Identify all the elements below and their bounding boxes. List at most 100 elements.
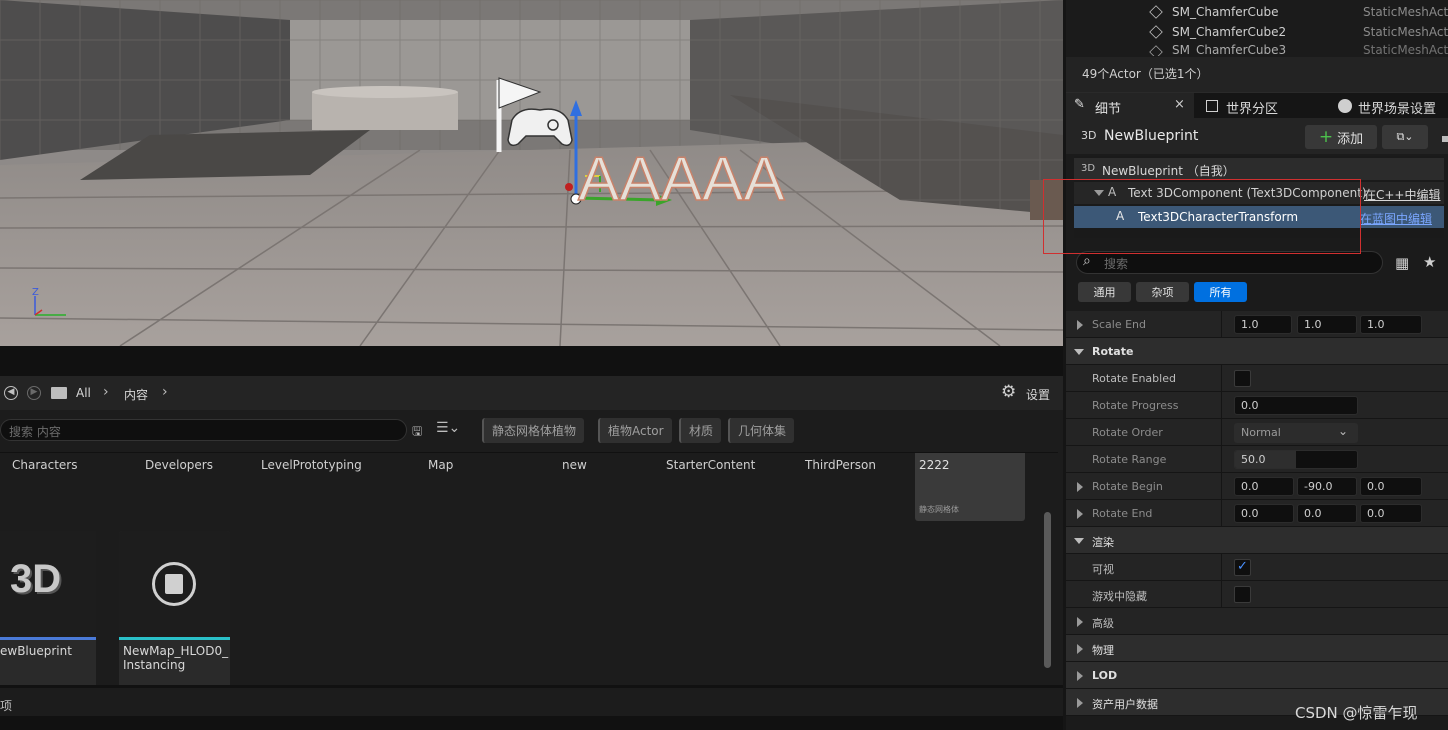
filter-icon[interactable]: ☰⌄ bbox=[436, 420, 460, 436]
details-search-input[interactable]: ⌕ 搜索 bbox=[1076, 251, 1383, 274]
category-lod[interactable]: LOD bbox=[1066, 662, 1448, 689]
prop-rotate-range: Rotate Range 50.0 bbox=[1066, 446, 1448, 473]
outliner-row[interactable]: SM_ChamferCube StaticMeshAct bbox=[1066, 2, 1448, 22]
settings-button[interactable]: 设置 bbox=[1026, 386, 1050, 403]
prop-label: Rotate Range bbox=[1092, 453, 1167, 466]
prop-label: 高级 bbox=[1092, 617, 1114, 630]
category-rotate[interactable]: Rotate bbox=[1066, 338, 1448, 365]
category-label: Rotate bbox=[1092, 345, 1134, 358]
asset-name: 2222 bbox=[919, 458, 950, 472]
expand-arrow-icon[interactable] bbox=[1077, 320, 1083, 330]
globe-icon bbox=[1338, 99, 1352, 113]
save-icon[interactable]: 🖫 bbox=[412, 422, 422, 443]
collapse-arrow-icon[interactable] bbox=[1074, 349, 1084, 355]
actor-name: NewBlueprint bbox=[1104, 128, 1199, 144]
folder-icon[interactable] bbox=[51, 387, 67, 399]
add-component-button[interactable]: + 添加 bbox=[1305, 125, 1377, 149]
filter-chip[interactable]: 静态网格体植物 bbox=[482, 418, 585, 443]
scale-end-x[interactable]: 1.0 bbox=[1234, 315, 1292, 334]
folder-item[interactable]: LevelPrototyping bbox=[261, 458, 362, 472]
breadcrumb-chevron-icon[interactable]: › bbox=[162, 384, 168, 400]
blueprint-icon: ⧉⌄ bbox=[1396, 130, 1414, 143]
category-label: 渲染 bbox=[1092, 536, 1114, 549]
static-mesh-icon bbox=[1149, 45, 1163, 56]
asset-tile-2222[interactable]: 2222 静态网格体 bbox=[915, 453, 1025, 521]
filter-common-button[interactable]: 通用 bbox=[1078, 282, 1131, 302]
folder-item[interactable]: Map bbox=[428, 458, 453, 472]
prop-rotate-begin: Rotate Begin 0.0 -90.0 0.0 bbox=[1066, 473, 1448, 500]
right-panel: SM_ChamferCube StaticMeshAct SM_ChamferC… bbox=[1066, 0, 1448, 730]
outliner-status-bar: 49个Actor（已选1个） bbox=[1066, 57, 1448, 92]
collapse-arrow-icon[interactable] bbox=[1074, 538, 1084, 544]
breadcrumb-chevron-icon[interactable]: › bbox=[103, 384, 109, 400]
asset-tile-map[interactable]: NewMap_HLOD0_ Instancing bbox=[119, 531, 230, 686]
rotate-begin-x[interactable]: 0.0 bbox=[1234, 477, 1294, 496]
rotate-end-z[interactable]: 0.0 bbox=[1360, 504, 1422, 523]
prop-advanced[interactable]: 高级 bbox=[1066, 608, 1448, 635]
tree-row-root[interactable]: 3D NewBlueprint （自我） bbox=[1074, 158, 1444, 180]
visible-checkbox[interactable]: ✓ bbox=[1234, 559, 1251, 576]
asset-name: ewBlueprint bbox=[0, 644, 72, 658]
hidden-in-game-checkbox[interactable] bbox=[1234, 586, 1251, 603]
edit-in-blueprint-link[interactable]: 在蓝图中编辑 bbox=[1360, 210, 1432, 227]
filter-all-button[interactable]: 所有 bbox=[1194, 282, 1247, 302]
static-mesh-thumb-icon bbox=[152, 562, 196, 606]
category-label: LOD bbox=[1092, 669, 1118, 682]
expand-arrow-icon[interactable] bbox=[1077, 698, 1083, 708]
rotate-enabled-checkbox[interactable] bbox=[1234, 370, 1251, 387]
back-icon[interactable]: ◀ bbox=[4, 386, 18, 400]
filter-chip[interactable]: 材质 bbox=[679, 418, 722, 443]
filter-chip[interactable]: 植物Actor bbox=[598, 418, 672, 443]
content-search-input[interactable]: 搜索 内容 bbox=[0, 419, 407, 441]
breadcrumb-all[interactable]: All bbox=[76, 386, 91, 400]
rotate-end-x[interactable]: 0.0 bbox=[1234, 504, 1294, 523]
category-physics[interactable]: 物理 bbox=[1066, 635, 1448, 662]
filter-misc-button[interactable]: 杂项 bbox=[1136, 282, 1189, 302]
expand-arrow-icon[interactable] bbox=[1077, 644, 1083, 654]
blueprint-options-button[interactable]: ⧉⌄ bbox=[1382, 125, 1428, 149]
text3d-icon: 3D bbox=[1081, 163, 1096, 174]
rotate-end-y[interactable]: 0.0 bbox=[1297, 504, 1357, 523]
expand-arrow-icon[interactable] bbox=[1077, 671, 1083, 681]
rotate-range-slider[interactable]: 50.0 bbox=[1234, 450, 1358, 469]
asset-tile-blueprint[interactable]: 3D ewBlueprint bbox=[0, 531, 96, 686]
search-icon: ⌕ bbox=[1083, 253, 1091, 269]
viewport-bottom-bar bbox=[0, 346, 1063, 376]
folder-item[interactable]: Developers bbox=[145, 458, 213, 472]
star-icon[interactable]: ★ bbox=[1423, 253, 1436, 271]
table-view-icon[interactable]: ▦ bbox=[1395, 254, 1409, 272]
content-scrollbar[interactable] bbox=[1044, 512, 1051, 668]
divider bbox=[0, 685, 1063, 688]
prop-rotate-order: Rotate Order Normal ⌄ bbox=[1066, 419, 1448, 446]
expand-arrow-icon[interactable] bbox=[1077, 482, 1083, 492]
breadcrumb-content[interactable]: 内容 bbox=[124, 386, 148, 403]
category-rendering[interactable]: 渲染 bbox=[1066, 527, 1448, 554]
content-browser-nav: ◀ ▶ All › 内容 › ⚙ 设置 bbox=[0, 376, 1063, 410]
close-icon[interactable]: × bbox=[1174, 97, 1185, 112]
scale-end-z[interactable]: 1.0 bbox=[1360, 315, 1422, 334]
rotate-progress-field[interactable]: 0.0 bbox=[1234, 396, 1358, 415]
folder-item[interactable]: new bbox=[562, 458, 587, 472]
expand-arrow-icon[interactable] bbox=[1077, 617, 1083, 627]
filter-chip[interactable]: 几何体集 bbox=[728, 418, 795, 443]
expand-arrow-icon[interactable] bbox=[1077, 509, 1083, 519]
divider bbox=[0, 452, 1058, 453]
axis-z-label: Z bbox=[32, 287, 39, 298]
folder-item[interactable]: Characters bbox=[12, 458, 78, 472]
edit-in-cpp-link[interactable]: 在C++中编辑 bbox=[1364, 186, 1441, 203]
level-viewport[interactable]: AAAAA Z bbox=[0, 0, 1063, 346]
scale-end-y[interactable]: 1.0 bbox=[1297, 315, 1357, 334]
folder-item[interactable]: StarterContent bbox=[666, 458, 755, 472]
gear-icon[interactable]: ⚙ bbox=[1001, 382, 1016, 402]
folder-item[interactable]: ThirdPerson bbox=[805, 458, 876, 472]
rotate-order-dropdown[interactable]: Normal ⌄ bbox=[1234, 423, 1358, 443]
forward-icon[interactable]: ▶ bbox=[27, 386, 41, 400]
prop-label: Rotate Progress bbox=[1092, 399, 1179, 412]
outliner-row[interactable]: SM_ChamferCube3 StaticMeshAct bbox=[1066, 42, 1448, 56]
text3d-label: AAAAA bbox=[578, 145, 785, 214]
outliner-row[interactable]: SM_ChamferCube2 StaticMeshAct bbox=[1066, 22, 1448, 42]
rotate-begin-y[interactable]: -90.0 bbox=[1297, 477, 1357, 496]
overflow-icon[interactable] bbox=[1442, 136, 1448, 142]
rotate-begin-z[interactable]: 0.0 bbox=[1360, 477, 1422, 496]
tab-details[interactable]: ✎ 细节 × bbox=[1066, 93, 1194, 119]
